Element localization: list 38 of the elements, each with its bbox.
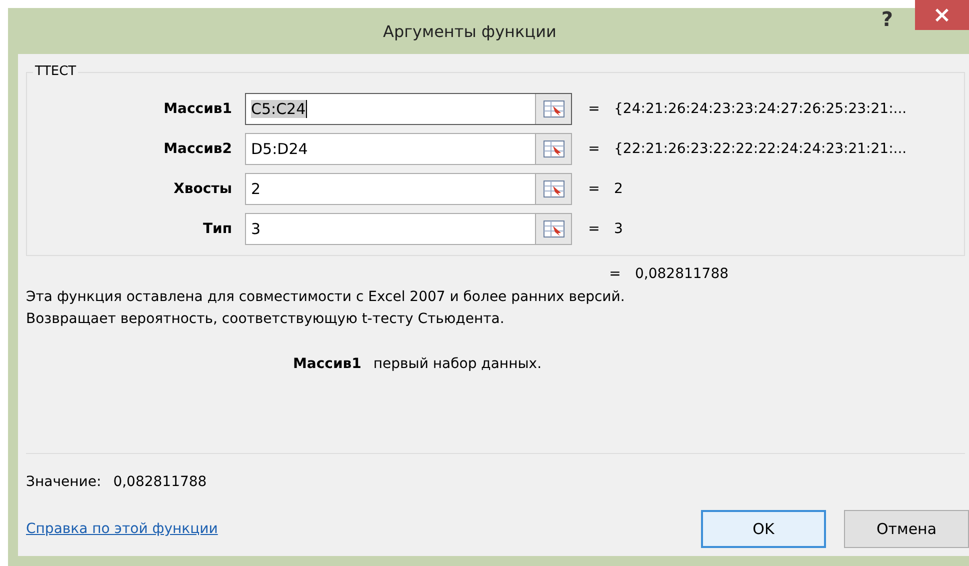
range-picker-button[interactable] <box>535 174 571 204</box>
argument-label: Тип <box>202 221 233 237</box>
argument-label: Хвосты <box>172 181 233 197</box>
argument-label: Массив1 <box>162 101 233 117</box>
equals-sign: = <box>608 266 622 282</box>
equals-sign: = <box>587 101 601 117</box>
value-text: 0,082811788 <box>113 474 207 490</box>
argument-description: первый набор данных. <box>373 356 542 372</box>
value-label: Значение: <box>26 474 102 490</box>
argument-name: Массив1 <box>293 356 362 372</box>
function-description: Возвращает вероятность, соответствующую t-тесту Стьюдента. <box>26 310 506 329</box>
dialog-button[interactable]: Отмена <box>844 510 969 548</box>
help-button[interactable]: ? <box>881 6 893 32</box>
argument-result: 2 <box>614 181 623 197</box>
range-picker-icon <box>542 140 564 158</box>
argument-result: 3 <box>614 221 623 237</box>
range-picker-button[interactable] <box>535 134 571 164</box>
window-title: Аргументы функции <box>382 21 558 41</box>
close-button[interactable]: × <box>915 0 969 30</box>
argument-field[interactable]: 2 <box>245 173 572 205</box>
help-link[interactable]: Справка по этой функции <box>26 521 218 537</box>
range-picker-icon <box>542 220 564 238</box>
range-picker-button[interactable] <box>535 214 571 244</box>
range-picker-icon <box>542 180 564 198</box>
formula-result: 0,082811788 <box>635 266 729 282</box>
range-picker-icon <box>542 100 564 118</box>
argument-field[interactable]: D5:D24 <box>245 133 572 165</box>
argument-result: {22:21:26:23:22:22:22:24:24:23:21:21:... <box>614 141 907 157</box>
argument-field[interactable]: C5:C24 <box>245 93 572 125</box>
equals-sign: = <box>587 181 601 197</box>
equals-sign: = <box>587 221 601 237</box>
argument-label: Массив2 <box>162 141 233 157</box>
function-description: Эта функция оставлена для совместимости с Excel 2007 и более ранних версий. <box>26 288 626 307</box>
dialog-button[interactable]: OK <box>701 510 826 548</box>
equals-sign: = <box>587 141 601 157</box>
range-picker-button[interactable] <box>535 94 571 124</box>
argument-field[interactable]: 3 <box>245 213 572 245</box>
argument-result: {24:21:26:24:23:23:24:27:26:25:23:21:... <box>614 101 907 117</box>
